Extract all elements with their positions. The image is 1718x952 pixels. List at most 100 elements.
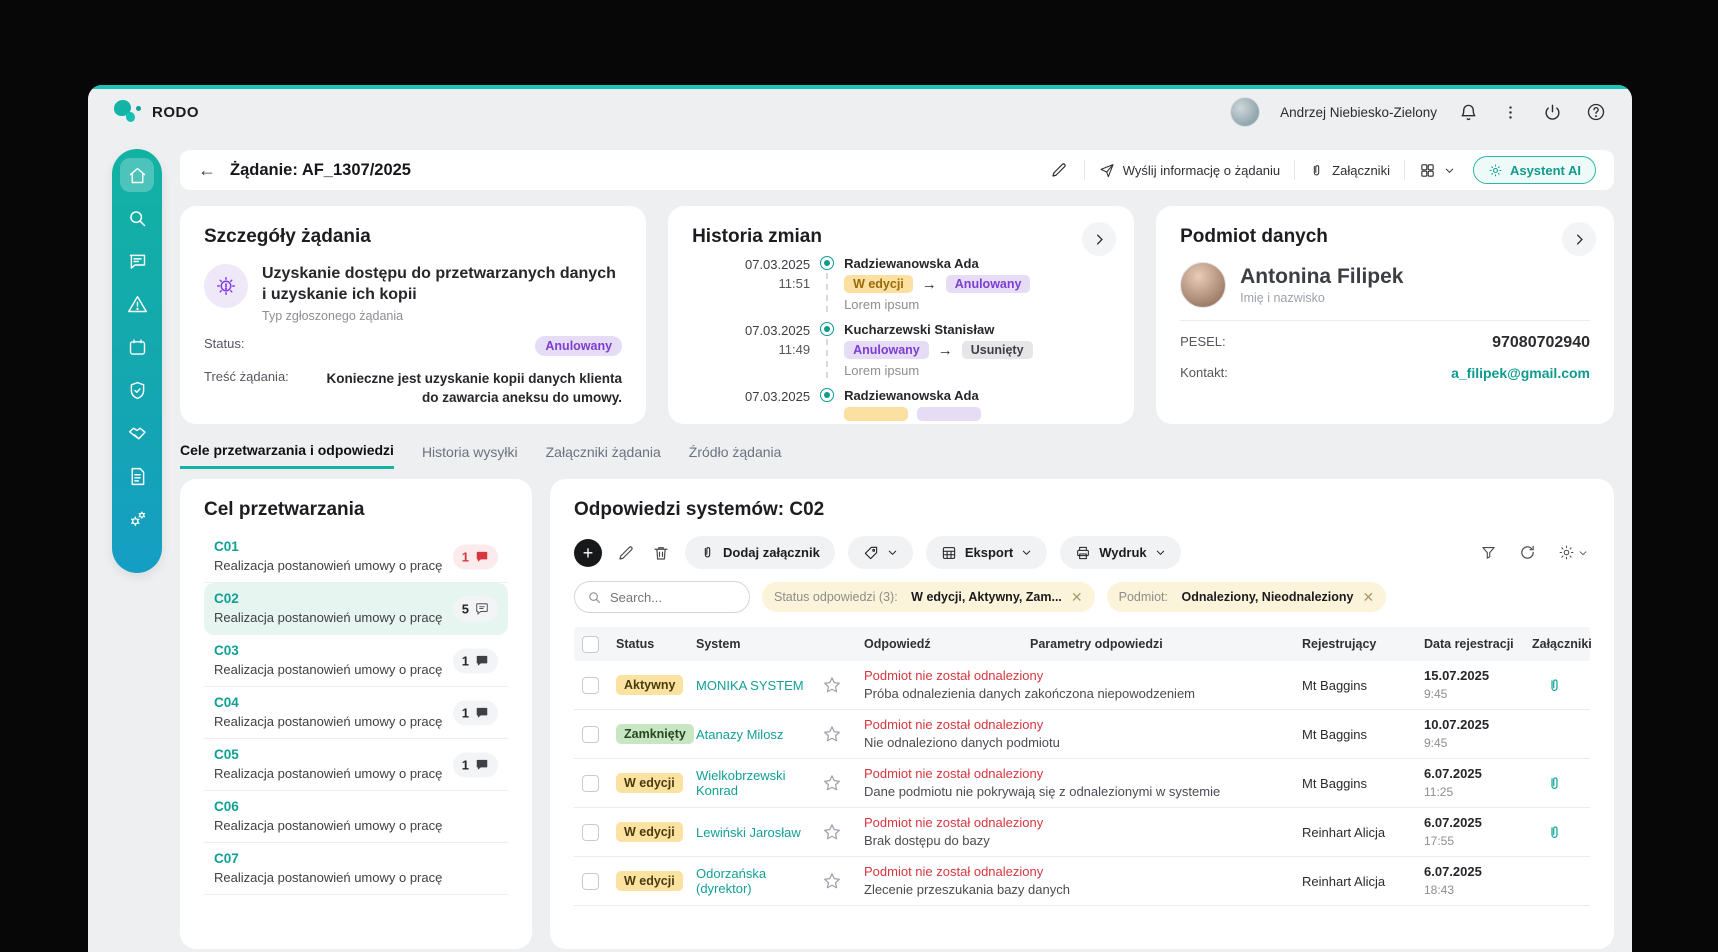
system-link[interactable]: Wielkobrzewski Konrad (696, 768, 814, 798)
edit-pencil-icon[interactable] (1048, 159, 1070, 181)
sidebar-item-home[interactable] (120, 158, 154, 192)
star-icon[interactable] (822, 675, 856, 695)
arrow-right-icon: → (921, 275, 937, 293)
ai-assistant-button[interactable]: Asystent AI (1472, 156, 1596, 184)
row-checkbox[interactable] (582, 823, 599, 841)
attachments-button[interactable]: Załączniki (1309, 163, 1390, 178)
table-row[interactable]: Aktywny MONIKA SYSTEM Podmiot nie został… (574, 661, 1590, 710)
refresh-icon[interactable] (1517, 542, 1538, 563)
system-link[interactable]: Atanazy Milosz (696, 727, 814, 742)
responses-toolbar: + Dodaj załącznik Eksport Wydruk (574, 536, 1590, 569)
tab-purposes-responses[interactable]: Cele przetwarzania i odpowiedzi (180, 442, 394, 469)
purpose-item-c06[interactable]: C06 Realizacja postanowień umowy o pracę (204, 791, 508, 843)
system-link[interactable]: Lewiński Jarosław (696, 825, 814, 840)
sidebar-item-calendar[interactable] (120, 330, 154, 364)
history-note: Lorem ipsum (844, 363, 920, 378)
search-box[interactable] (574, 581, 750, 613)
remove-filter-icon[interactable]: ✕ (1067, 589, 1083, 606)
document-icon (131, 467, 144, 485)
contact-email-link[interactable]: a_filipek@gmail.com (1451, 365, 1590, 381)
sidebar-item-search[interactable] (120, 201, 154, 235)
sidebar-item-settings[interactable] (120, 502, 154, 536)
chevron-down-icon (1023, 550, 1031, 555)
notifications-bell-icon[interactable] (1457, 101, 1480, 124)
table-row[interactable]: W edycji Wielkobrzewski Konrad Podmiot n… (574, 759, 1590, 808)
sidebar-item-documents[interactable] (120, 459, 154, 493)
subject-expand-button[interactable] (1562, 222, 1596, 256)
user-avatar[interactable] (1230, 97, 1261, 127)
purpose-item-c07[interactable]: C07 Realizacja postanowień umowy o pracę (204, 843, 508, 895)
send-request-info-button[interactable]: Wyślij informację o żądaniu (1099, 162, 1280, 178)
row-status-badge: W edycji (616, 871, 683, 891)
chevron-right-icon (1096, 234, 1103, 244)
remove-filter-icon[interactable]: ✕ (1358, 589, 1374, 606)
table-row[interactable]: W edycji Odorzańska (dyrektor) Podmiot n… (574, 857, 1590, 906)
logo-icon (112, 97, 142, 127)
filter-row: Status odpowiedzi (3): W edycji, Aktywny… (574, 581, 1590, 613)
history-expand-button[interactable] (1082, 222, 1117, 256)
star-icon[interactable] (822, 871, 856, 891)
power-icon[interactable] (1541, 101, 1564, 124)
row-checkbox[interactable] (582, 725, 599, 743)
purpose-item-c02[interactable]: C02 Realizacja postanowień umowy o pracę… (204, 583, 508, 635)
data-subject-card: Podmiot danych Antonina Filipek Imię i n… (1156, 206, 1614, 424)
table-row[interactable]: W edycji Lewiński Jarosław Podmiot nie z… (574, 808, 1590, 857)
kebab-menu-icon[interactable] (1500, 102, 1521, 123)
select-all-checkbox[interactable] (582, 635, 599, 653)
system-link[interactable]: Odorzańska (dyrektor) (696, 866, 814, 896)
tab-request-source[interactable]: Źródło żądania (689, 442, 782, 469)
attachment-paperclip-icon[interactable] (1546, 775, 1590, 792)
search-input[interactable] (610, 589, 720, 605)
filter-funnel-icon[interactable] (1478, 542, 1499, 563)
help-icon[interactable] (1584, 100, 1608, 124)
filter-chip-status[interactable]: Status odpowiedzi (3): W edycji, Aktywny… (762, 582, 1095, 612)
table-settings-gear-icon[interactable] (1556, 542, 1590, 563)
system-link[interactable]: MONIKA SYSTEM (696, 678, 814, 693)
request-details-title: Szczegóły żądania (204, 226, 371, 247)
tag-button[interactable] (847, 536, 913, 569)
status-to-badge: Anulowany (945, 275, 1031, 293)
attachment-paperclip-icon[interactable] (1546, 824, 1590, 841)
star-icon[interactable] (822, 724, 856, 744)
filter-chip-subject[interactable]: Podmiot: Odnaleziony, Nieodnaleziony ✕ (1106, 582, 1387, 612)
attachment-paperclip-icon[interactable] (1546, 677, 1590, 694)
user-name[interactable]: Andrzej Niebiesko-Zielony (1280, 105, 1437, 120)
table-row[interactable]: Zamknięty Atanazy Milosz Podmiot nie zos… (574, 710, 1590, 759)
bottom-row: Cel przetwarzania C01 Realizacja postano… (180, 479, 1614, 949)
history-timeline: 07.03.2025 11:51 Radziewanowska Ada W edy… (692, 256, 1110, 421)
contact-label: Kontakt: (1180, 365, 1228, 380)
status-from-badge: W edycji (844, 275, 913, 293)
edit-response-pencil-icon[interactable] (615, 542, 637, 564)
export-button[interactable]: Eksport (925, 536, 1048, 569)
app-name: RODO (152, 103, 199, 121)
app-window: RODO Andrzej Niebiesko-Zielony ← Żądanie… (88, 85, 1632, 952)
purpose-item-c04[interactable]: C04 Realizacja postanowień umowy o pracę… (204, 687, 508, 739)
add-response-button[interactable]: + (574, 538, 602, 567)
star-icon[interactable] (822, 773, 856, 793)
purpose-list: C01 Realizacja postanowień umowy o pracę… (204, 531, 508, 895)
layout-grid-button[interactable] (1419, 162, 1455, 179)
sidebar-item-partners[interactable] (120, 416, 154, 450)
add-attachment-button[interactable]: Dodaj załącznik (685, 536, 835, 569)
sidebar-item-alerts[interactable] (120, 287, 154, 321)
row-checkbox[interactable] (582, 872, 599, 890)
row-status-badge: Zamknięty (616, 724, 694, 744)
row-checkbox[interactable] (582, 676, 599, 694)
tab-send-history[interactable]: Historia wysyłki (422, 442, 518, 469)
status-to-badge (917, 407, 982, 421)
star-icon[interactable] (822, 822, 856, 842)
sidebar-item-security[interactable] (120, 373, 154, 407)
purpose-item-c01[interactable]: C01 Realizacja postanowień umowy o pracę… (204, 531, 508, 583)
sidebar-item-messages[interactable] (120, 244, 154, 278)
tab-request-attachments[interactable]: Załączniki żądania (546, 442, 661, 469)
status-from-badge: Anulowany (844, 341, 929, 359)
timeline-dot (820, 388, 835, 402)
print-button[interactable]: Wydruk (1060, 536, 1181, 569)
purpose-item-c03[interactable]: C03 Realizacja postanowień umowy o pracę… (204, 635, 508, 687)
tab-bar: Cele przetwarzania i odpowiedzi Historia… (180, 442, 1614, 469)
purpose-item-c05[interactable]: C05 Realizacja postanowień umowy o pracę… (204, 739, 508, 791)
back-button[interactable]: ← (198, 160, 216, 181)
row-checkbox[interactable] (582, 774, 599, 792)
delete-trash-icon[interactable] (650, 542, 672, 564)
change-history-title: Historia zmian (692, 226, 822, 247)
